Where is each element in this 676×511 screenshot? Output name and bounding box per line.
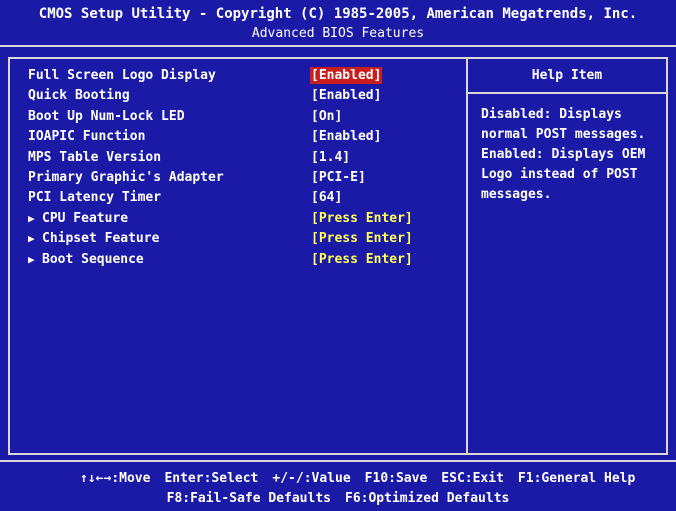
setting-label: Quick Booting <box>28 86 130 106</box>
key-legend-line-1: ↑↓←→:Move Enter:Select +/-/:Value F10:Save E… <box>80 471 676 486</box>
triangle-right-icon: ▶ <box>28 232 35 246</box>
setting-row[interactable]: IOAPIC Function [Enabled] <box>28 127 458 147</box>
key-legend-line-2: F8:Fail-Safe Defaults F6:Optimized Defaul… <box>0 491 676 506</box>
setting-value[interactable]: [Press Enter] <box>311 209 413 229</box>
key-hint-key: ↑↓←→ <box>80 471 112 486</box>
key-hint-key: F8 <box>166 491 183 506</box>
setting-label-text: Primary Graphic's Adapter <box>28 169 224 185</box>
key-hint-key: +/-/ <box>272 471 304 486</box>
setting-row[interactable]: ▶ Boot Sequence [Press Enter] <box>28 250 458 270</box>
help-title: Help Item <box>531 68 603 83</box>
setting-label: Primary Graphic's Adapter <box>28 168 224 188</box>
setting-row[interactable]: Boot Up Num-Lock LED [On] <box>28 107 458 127</box>
setting-label: ▶ CPU Feature <box>28 209 128 229</box>
setting-value[interactable]: [1.4] <box>311 148 350 168</box>
setting-label: ▶ Chipset Feature <box>28 229 159 249</box>
setting-value[interactable]: [Enabled] <box>311 86 381 106</box>
setting-label-text: Boot Up Num-Lock LED <box>28 108 185 124</box>
setting-value[interactable]: [64] <box>311 188 342 208</box>
setting-row[interactable]: Primary Graphic's Adapter [PCI-E] <box>28 168 458 188</box>
setting-label-text: Boot Sequence <box>42 251 144 267</box>
key-hint-action: :Save <box>388 471 428 486</box>
setting-value[interactable]: [PCI-E] <box>311 168 366 188</box>
help-divider <box>468 92 666 94</box>
key-hint-action: :Fail-Safe Defaults <box>182 491 331 506</box>
key-hint-action: :Move <box>111 471 151 486</box>
key-hint-key: F6 <box>345 491 361 506</box>
setting-row[interactable]: ▶ CPU Feature [Press Enter] <box>28 209 458 229</box>
setting-value[interactable]: [Press Enter] <box>311 250 413 270</box>
setting-label-text: Quick Booting <box>28 88 130 104</box>
setting-row[interactable]: PCI Latency Timer [64] <box>28 188 458 208</box>
key-hint-action: :Optimized Defaults <box>360 491 510 506</box>
key-hint-action: :Select <box>203 471 259 486</box>
setting-row[interactable]: ▶ Chipset Feature [Press Enter] <box>28 229 458 249</box>
setting-value[interactable]: [On] <box>311 107 342 127</box>
setting-label: Boot Up Num-Lock LED <box>28 107 185 127</box>
setting-value-selected[interactable]: [Enabled] <box>310 67 383 84</box>
setting-label: PCI Latency Timer <box>28 188 161 208</box>
key-hint-key: Enter <box>164 471 204 486</box>
setting-label-text: CPU Feature <box>42 210 129 226</box>
setting-label: Full Screen Logo Display <box>28 66 216 86</box>
setting-label-text: Chipset Feature <box>42 231 160 247</box>
key-hint-action: :Exit <box>464 471 504 486</box>
setting-label: ▶ Boot Sequence <box>28 250 144 270</box>
title-bar: CMOS Setup Utility - Copyright (C) 1985-… <box>0 0 676 47</box>
setting-row[interactable]: Full Screen Logo Display [Enabled] <box>28 66 458 86</box>
setting-label-text: IOAPIC Function <box>28 129 146 145</box>
copyright-title: CMOS Setup Utility - Copyright (C) 1985-… <box>38 6 638 22</box>
setting-label: IOAPIC Function <box>28 127 145 147</box>
key-hint-action: :Value <box>303 471 351 486</box>
page-title: Advanced BIOS Features <box>251 26 425 41</box>
key-hint-action: :General Help <box>533 471 636 486</box>
setting-label: MPS Table Version <box>28 148 161 168</box>
key-hint-key: F10 <box>364 471 389 486</box>
key-hint-key: F1 <box>517 471 534 486</box>
setting-label-text: MPS Table Version <box>28 149 162 165</box>
help-text: Disabled: Displays normal POST messages.… <box>481 107 646 202</box>
key-legend: ↑↓←→:Move Enter:Select +/-/:Value F10:Save E… <box>0 460 676 511</box>
setting-row[interactable]: Quick Booting [Enabled] <box>28 86 458 106</box>
setting-label-text: PCI Latency Timer <box>28 190 162 206</box>
key-hint-key: ESC <box>441 471 465 486</box>
triangle-right-icon: ▶ <box>28 252 35 266</box>
setting-label-text: Full Screen Logo Display <box>28 68 216 83</box>
settings-list: Full Screen Logo Display [Enabled] Quick B… <box>28 66 458 270</box>
setting-row[interactable]: MPS Table Version [1.4] <box>28 148 458 168</box>
panel-divider <box>466 57 468 455</box>
setting-value[interactable]: [Enabled] <box>311 127 381 147</box>
setting-value[interactable]: [Press Enter] <box>311 229 413 249</box>
triangle-right-icon: ▶ <box>28 211 35 225</box>
